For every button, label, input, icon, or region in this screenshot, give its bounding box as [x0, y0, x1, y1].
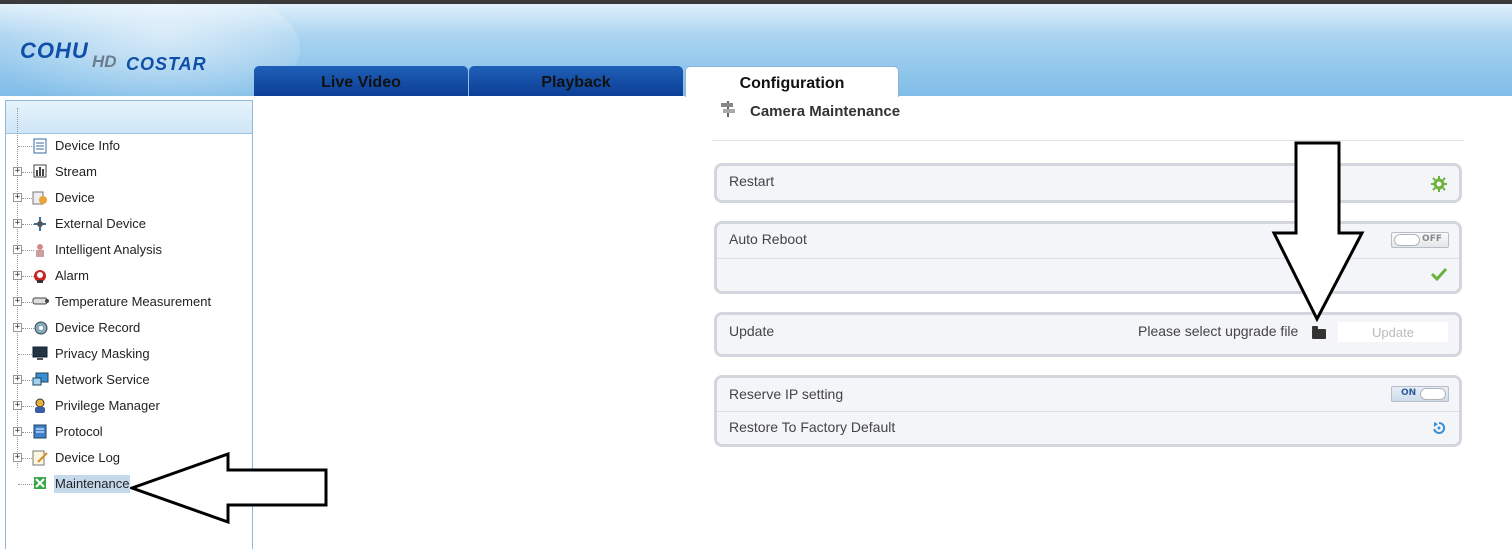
monitor-icon: [32, 346, 48, 362]
expand-icon[interactable]: +: [13, 193, 22, 202]
tree-item-network-service[interactable]: + Network Service: [6, 369, 246, 391]
device-icon: [32, 190, 48, 206]
tree-item-label: Privilege Manager: [55, 398, 160, 413]
tree-item-label: Network Service: [55, 372, 150, 387]
tree-item-privacy-masking[interactable]: Privacy Masking: [6, 343, 246, 365]
expand-icon[interactable]: +: [13, 245, 22, 254]
tree-item-intelligent-analysis[interactable]: + Intelligent Analysis: [6, 239, 246, 261]
auto-reboot-apply-row: [717, 258, 1459, 292]
toggle-knob: [1420, 388, 1446, 400]
tree-item-label: Intelligent Analysis: [55, 242, 162, 257]
expand-icon[interactable]: +: [13, 375, 22, 384]
auto-reboot-toggle[interactable]: OFF: [1391, 232, 1449, 248]
tab-live-video[interactable]: Live Video: [254, 66, 468, 96]
factory-default-label: Restore To Factory Default: [729, 419, 896, 435]
ip-factory-card: Reserve IP setting ON Restore To Factory…: [714, 375, 1462, 447]
config-sidebar: Device Info + Stream + Device + External: [5, 100, 253, 549]
record-icon: [32, 320, 48, 336]
tree-item-maintenance[interactable]: Maintenance: [6, 473, 246, 495]
tree-item-label: Privacy Masking: [55, 346, 150, 361]
toggle-state: OFF: [1422, 234, 1442, 244]
auto-reboot-row: Auto Reboot OFF: [717, 224, 1459, 258]
document-icon: [32, 138, 48, 154]
external-device-icon: [32, 216, 48, 232]
tree-item-device-record[interactable]: + Device Record: [6, 317, 246, 339]
expand-icon[interactable]: +: [13, 427, 22, 436]
expand-icon[interactable]: +: [13, 271, 22, 280]
tree-item-label: Maintenance: [54, 475, 131, 493]
logo-cohu: COHU: [20, 38, 89, 63]
network-icon: [32, 372, 49, 388]
tree-item-label: Device Info: [55, 138, 121, 153]
tree-item-protocol[interactable]: + Protocol: [6, 421, 246, 443]
tree-item-privilege-manager[interactable]: + Privilege Manager: [6, 395, 246, 417]
tree-item-label: Protocol: [55, 424, 103, 439]
tree-item-label: Device Log: [55, 450, 121, 465]
brand-logo: COHU HD COSTAR: [20, 38, 206, 74]
tab-configuration[interactable]: Configuration: [685, 66, 899, 97]
reserve-ip-row: Reserve IP setting ON: [717, 378, 1459, 411]
expand-icon[interactable]: +: [13, 453, 22, 462]
tree-item-external-device[interactable]: + External Device: [6, 213, 246, 235]
log-icon: [32, 450, 48, 466]
auto-reboot-card: Auto Reboot OFF: [714, 221, 1462, 294]
folder-icon[interactable]: [1312, 326, 1326, 339]
restart-card: Restart: [714, 163, 1462, 203]
tree-item-device[interactable]: + Device: [6, 187, 246, 209]
auto-reboot-label: Auto Reboot: [729, 231, 807, 247]
upgrade-file-hint: Please select upgrade file: [1138, 323, 1299, 339]
tree-item-device-log[interactable]: + Device Log: [6, 447, 246, 469]
expand-icon[interactable]: +: [13, 167, 22, 176]
toggle-knob: [1394, 234, 1420, 246]
toggle-state: ON: [1401, 388, 1417, 398]
reserve-ip-label: Reserve IP setting: [729, 386, 844, 402]
expand-icon[interactable]: +: [13, 323, 22, 332]
maintenance-icon: [32, 476, 48, 492]
tree-item-label: Alarm: [55, 268, 89, 283]
expand-icon[interactable]: +: [13, 219, 22, 228]
logo-hd: HD: [92, 52, 117, 71]
tree-item-label: Temperature Measurement: [55, 294, 212, 309]
tree-item-temperature-measurement[interactable]: + Temperature Measurement: [6, 291, 246, 313]
factory-default-row: Restore To Factory Default: [717, 411, 1459, 445]
tree-item-label: Device Record: [55, 320, 141, 335]
stream-icon: [32, 164, 48, 180]
update-card: Update Please select upgrade file Update: [714, 312, 1462, 357]
tree-item-label: Stream: [55, 164, 97, 179]
restart-row: Restart: [717, 166, 1459, 199]
expand-icon[interactable]: +: [13, 401, 22, 410]
tree-item-device-info[interactable]: Device Info: [6, 135, 246, 157]
reserve-ip-toggle[interactable]: ON: [1391, 386, 1449, 402]
users-icon: [32, 398, 48, 414]
expand-icon[interactable]: +: [13, 297, 22, 306]
tree-item-label: External Device: [55, 216, 147, 231]
logo-costar: COSTAR: [126, 54, 207, 74]
update-button[interactable]: Update: [1338, 322, 1448, 342]
title-divider: [712, 140, 1464, 141]
update-label: Update: [729, 323, 775, 339]
tree-item-label: Device: [55, 190, 95, 205]
protocol-icon: [32, 424, 48, 440]
camera-icon: [32, 294, 49, 310]
signpost-icon: [720, 100, 736, 117]
checkmark-icon[interactable]: [1430, 267, 1448, 285]
sidebar-header: [6, 101, 252, 134]
intelligent-analysis-icon: [32, 242, 48, 258]
tab-playback[interactable]: Playback: [469, 66, 683, 96]
restore-icon[interactable]: [1432, 421, 1446, 439]
alarm-icon: [32, 268, 48, 284]
tree-item-alarm[interactable]: + Alarm: [6, 265, 246, 287]
page-title-text: Camera Maintenance: [750, 103, 901, 120]
restart-label: Restart: [729, 173, 775, 189]
update-row: Update Please select upgrade file Update: [717, 315, 1459, 348]
restart-gear-icon[interactable]: [1431, 176, 1447, 196]
tree-item-stream[interactable]: + Stream: [6, 161, 246, 183]
